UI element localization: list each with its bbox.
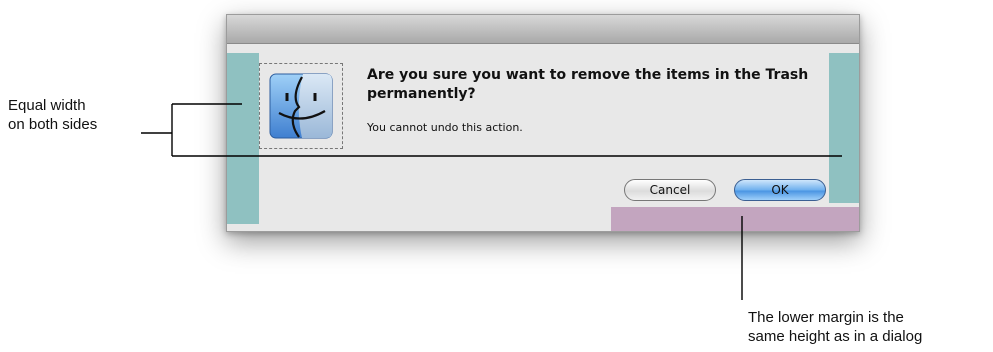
- width-annotation: Equal width on both sides: [8, 96, 97, 134]
- width-annotation-line2: on both sides: [8, 116, 98, 133]
- width-annotation-line1: Equal width: [8, 97, 86, 114]
- annotation-lines: [141, 103, 842, 300]
- margin-annotation-line1: The lower margin is the: [748, 309, 904, 326]
- margin-annotation: The lower margin is the same height as i…: [748, 308, 922, 346]
- margin-annotation-line2: same height as in a dialog: [748, 328, 923, 345]
